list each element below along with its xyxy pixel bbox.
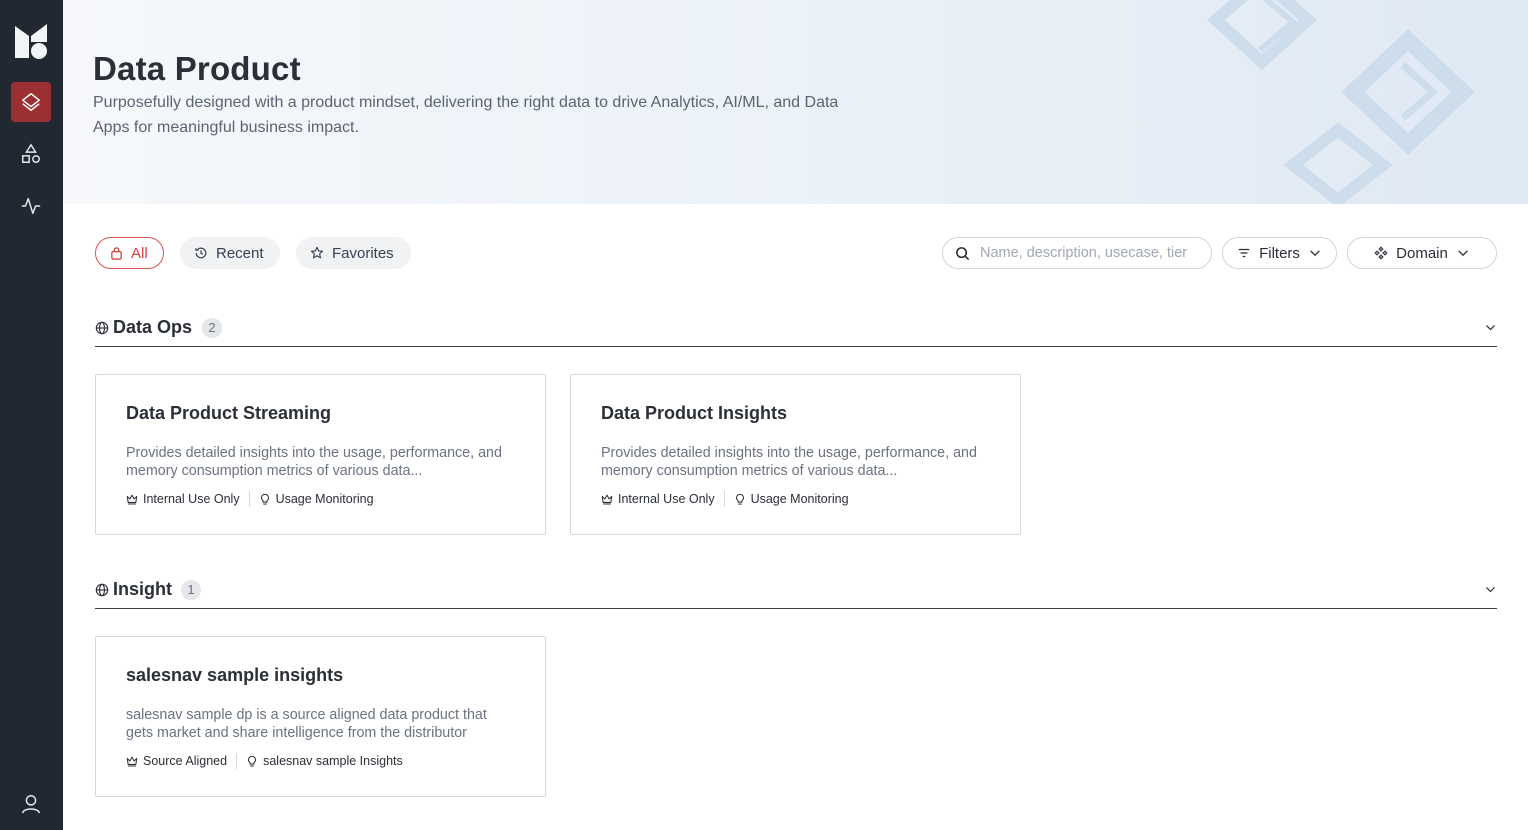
section-title: Insight xyxy=(113,579,172,599)
card-usecase: Usage Monitoring xyxy=(734,492,849,506)
tab-recent-label: Recent xyxy=(216,244,264,262)
search-icon xyxy=(956,246,970,260)
page-subtitle: Purposefully designed with a product min… xyxy=(93,94,839,136)
tab-all[interactable]: All xyxy=(95,237,164,269)
history-icon xyxy=(195,247,207,259)
domain-icon xyxy=(1374,246,1388,260)
tab-recent[interactable]: Recent xyxy=(180,237,280,269)
card-description: salesnav sample dp is a source aligned d… xyxy=(126,707,487,741)
crown-icon xyxy=(126,494,138,505)
card-usecase-label: Usage Monitoring xyxy=(750,492,849,506)
domain-label: Domain xyxy=(1396,244,1448,262)
layers-icon xyxy=(22,93,40,111)
filters-label: Filters xyxy=(1259,244,1300,262)
tab-favorites[interactable]: Favorites xyxy=(296,237,411,269)
card-title: Data Product Streaming xyxy=(126,403,332,423)
search-input[interactable] xyxy=(980,245,1198,261)
section-header-insight[interactable]: Insight 1 xyxy=(95,579,1497,609)
chevron-down-icon xyxy=(1310,250,1320,257)
tab-all-label: All xyxy=(131,244,148,262)
card-meta: Source Aligned salesnav sample Insights xyxy=(126,753,403,769)
shapes-icon xyxy=(22,143,40,163)
decorative-pattern-icon xyxy=(1206,0,1475,204)
card-tier: Internal Use Only xyxy=(601,492,715,506)
card-tier: Internal Use Only xyxy=(126,492,240,506)
card-tier-label: Source Aligned xyxy=(143,754,228,768)
filters-dropdown[interactable]: Filters xyxy=(1222,237,1337,269)
lightbulb-icon xyxy=(260,493,269,505)
card-description: Provides detailed insights into the usag… xyxy=(601,445,977,479)
meta-divider xyxy=(248,491,250,507)
data-product-card[interactable]: salesnav sample insights salesnav sample… xyxy=(95,636,546,797)
tab-favorites-label: Favorites xyxy=(332,244,394,262)
nav-shapes[interactable] xyxy=(11,134,51,174)
bag-icon xyxy=(111,246,122,260)
section-header-data-ops[interactable]: Data Ops 2 xyxy=(95,317,1497,347)
crown-icon xyxy=(126,756,138,767)
data-product-card[interactable]: Data Product Insights Provides detailed … xyxy=(570,374,1021,535)
search-box[interactable] xyxy=(942,237,1212,269)
meta-divider xyxy=(723,491,725,507)
card-usecase-label: salesnav sample Insights xyxy=(263,754,403,768)
card-tier-label: Internal Use Only xyxy=(618,492,715,506)
nav-data-product[interactable] xyxy=(11,82,51,122)
activity-icon xyxy=(21,197,41,215)
globe-icon xyxy=(95,321,109,335)
card-usecase: Usage Monitoring xyxy=(259,492,374,506)
card-tier-label: Internal Use Only xyxy=(143,492,240,506)
lightbulb-icon xyxy=(735,493,744,505)
domain-dropdown[interactable]: Domain xyxy=(1347,237,1497,269)
section-title: Data Ops xyxy=(113,317,193,337)
star-icon xyxy=(310,246,324,259)
section-count-badge: 2 xyxy=(202,318,222,338)
globe-icon xyxy=(95,583,109,597)
lightbulb-icon xyxy=(248,755,257,767)
app-logo-icon[interactable] xyxy=(13,22,49,60)
chevron-down-icon[interactable] xyxy=(1484,321,1497,334)
filter-icon xyxy=(1238,248,1250,258)
sidebar xyxy=(0,0,63,830)
meta-divider xyxy=(236,753,238,769)
data-product-card[interactable]: Data Product Streaming Provides detailed… xyxy=(95,374,546,535)
user-icon xyxy=(22,795,40,814)
page-title: Data Product xyxy=(93,50,301,87)
card-tier: Source Aligned xyxy=(126,754,227,768)
nav-profile[interactable] xyxy=(11,784,51,824)
card-meta: Internal Use Only Usage Monitoring xyxy=(126,491,374,507)
section-count-badge: 1 xyxy=(181,580,201,600)
chevron-down-icon xyxy=(1458,250,1468,257)
nav-activity[interactable] xyxy=(11,186,51,226)
page-header: Data Product Purposefully designed with … xyxy=(63,0,1528,204)
chevron-down-icon[interactable] xyxy=(1484,583,1497,596)
card-usecase-label: Usage Monitoring xyxy=(275,492,374,506)
card-title: Data Product Insights xyxy=(601,403,788,423)
card-meta: Internal Use Only Usage Monitoring xyxy=(601,491,849,507)
card-usecase: salesnav sample Insights xyxy=(246,754,403,768)
card-description: Provides detailed insights into the usag… xyxy=(126,445,502,479)
card-title: salesnav sample insights xyxy=(126,665,344,685)
crown-icon xyxy=(601,494,613,505)
